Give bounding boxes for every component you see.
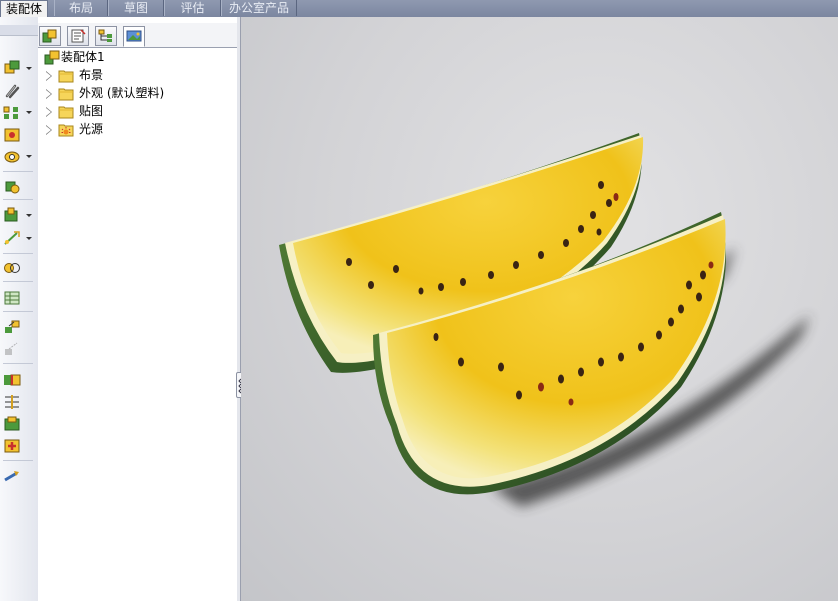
folder-icon bbox=[58, 86, 74, 101]
command-manager-tab-bar: 装配体 布局 草图 评估 办公室产品 bbox=[0, 0, 838, 17]
assembly-toolbar bbox=[0, 17, 39, 601]
expand-arrow-fill bbox=[46, 126, 51, 134]
tree-item-scene[interactable]: 布景 bbox=[44, 67, 234, 84]
chevron-down-icon[interactable] bbox=[26, 110, 32, 116]
tab-evaluate[interactable]: 评估 bbox=[164, 0, 221, 16]
graphics-area[interactable] bbox=[241, 17, 838, 601]
toolbar-separator bbox=[3, 363, 33, 364]
watermelon-model[interactable] bbox=[241, 17, 838, 601]
instant3d-icon[interactable] bbox=[3, 438, 21, 454]
toolbar-separator bbox=[3, 171, 33, 172]
tree-item-decals[interactable]: 贴图 bbox=[44, 103, 234, 120]
toolbar-separator bbox=[3, 253, 33, 254]
feature-manager-panel: 装配体1 布景 外观 (默认塑料) 贴图 光源 bbox=[38, 17, 238, 601]
interference-detection-icon[interactable] bbox=[3, 372, 21, 388]
bill-of-materials-icon[interactable] bbox=[3, 290, 21, 306]
toolbar-separator bbox=[3, 199, 33, 200]
large-assembly-mode-icon[interactable] bbox=[3, 468, 21, 484]
toolbar-separator bbox=[3, 281, 33, 282]
tab-layout[interactable]: 布局 bbox=[54, 0, 108, 16]
explode-line-sketch-icon[interactable] bbox=[3, 341, 21, 357]
expand-arrow-fill bbox=[46, 90, 51, 98]
component-pattern-icon[interactable] bbox=[3, 105, 21, 121]
show-hidden-components-icon[interactable] bbox=[3, 179, 21, 195]
tree-item-label: 光源 bbox=[79, 122, 104, 136]
feature-manager-tab-icon[interactable] bbox=[39, 26, 61, 46]
exploded-view-icon[interactable] bbox=[3, 319, 21, 335]
display-manager-tab-icon[interactable] bbox=[123, 26, 145, 47]
chevron-down-icon[interactable] bbox=[26, 66, 32, 72]
lights-folder-icon bbox=[58, 122, 74, 137]
expand-arrow-fill bbox=[46, 72, 51, 80]
expand-arrow-fill bbox=[46, 108, 51, 116]
insert-components-icon[interactable] bbox=[3, 60, 21, 76]
smart-fasteners-icon[interactable] bbox=[3, 127, 21, 143]
toolbar-separator bbox=[3, 460, 33, 461]
assembly-features-icon[interactable] bbox=[3, 207, 21, 223]
tree-item-lights[interactable]: 光源 bbox=[44, 121, 234, 138]
tree-item-label: 贴图 bbox=[79, 104, 104, 118]
hole-alignment-icon[interactable] bbox=[3, 416, 21, 432]
reference-geometry-icon[interactable] bbox=[3, 230, 21, 246]
tree-item-label: 布景 bbox=[79, 68, 104, 82]
chevron-down-icon[interactable] bbox=[26, 213, 32, 219]
toolbar-separator bbox=[3, 311, 33, 312]
tab-assembly[interactable]: 装配体 bbox=[0, 0, 48, 17]
tree-item-appearances[interactable]: 外观 (默认塑料) bbox=[44, 85, 234, 102]
toolbar-header bbox=[0, 25, 38, 36]
assembly-icon bbox=[44, 50, 60, 65]
move-component-icon[interactable] bbox=[3, 149, 21, 165]
chevron-down-icon[interactable] bbox=[26, 154, 32, 160]
tree-item-label: 外观 (默认塑料) bbox=[79, 86, 165, 100]
property-manager-tab-icon[interactable] bbox=[67, 26, 89, 46]
folder-icon bbox=[58, 68, 74, 83]
tab-office-products[interactable]: 办公室产品 bbox=[221, 0, 297, 16]
panel-tab-strip bbox=[38, 23, 237, 48]
folder-icon bbox=[58, 104, 74, 119]
clearance-verification-icon[interactable] bbox=[3, 394, 21, 410]
tree-root-label: 装配体1 bbox=[61, 50, 105, 64]
chevron-down-icon[interactable] bbox=[26, 236, 32, 242]
configuration-manager-tab-icon[interactable] bbox=[95, 26, 117, 46]
new-motion-study-icon[interactable] bbox=[3, 260, 21, 276]
tab-sketch[interactable]: 草图 bbox=[108, 0, 164, 16]
mate-icon[interactable] bbox=[3, 83, 21, 99]
